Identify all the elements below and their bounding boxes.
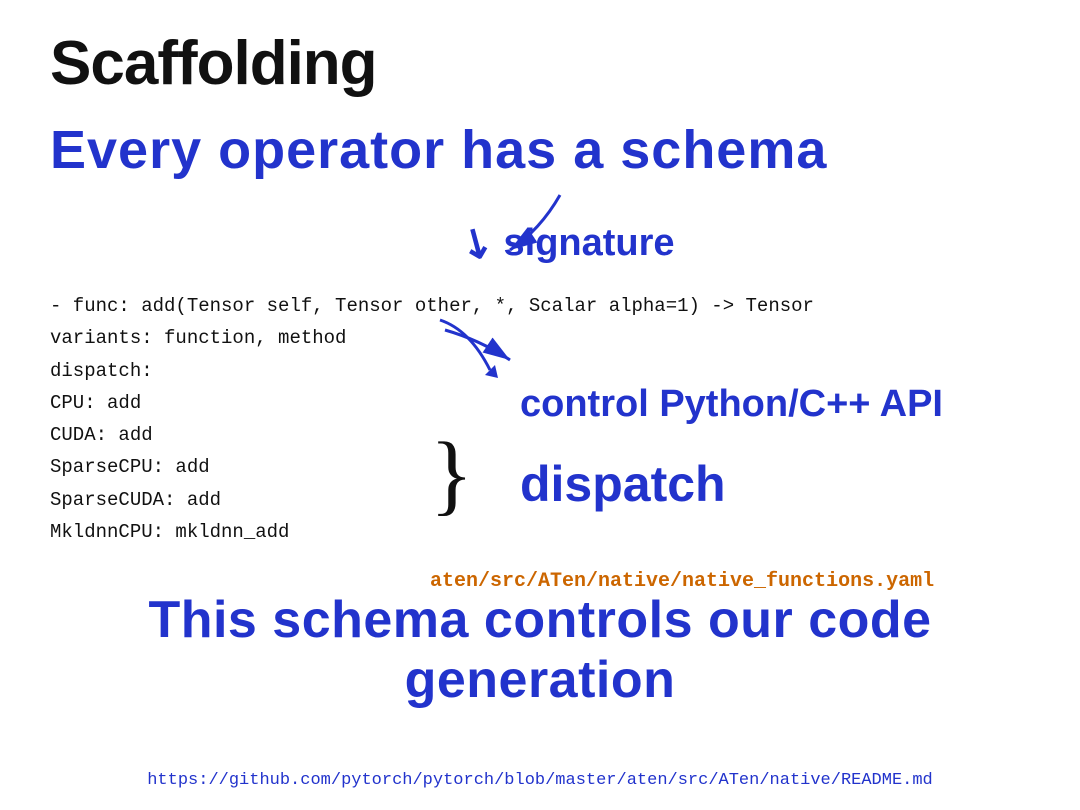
control-label: control Python/C++ API <box>520 380 943 429</box>
slide: Scaffolding Every operator has a schema … <box>0 0 1080 810</box>
slide-title: Scaffolding <box>50 30 1030 98</box>
signature-arrow: ↙ <box>451 215 503 272</box>
signature-label: ↙ signature <box>460 220 675 266</box>
dispatch-label: dispatch <box>520 455 726 513</box>
headline: Every operator has a schema <box>50 118 1030 183</box>
dispatch-brace: } <box>430 430 473 520</box>
code-line-2: variants: function, method <box>50 322 814 354</box>
url-bar: https://github.com/pytorch/pytorch/blob/… <box>30 771 1050 790</box>
bottom-headline: This schema controls our code generation <box>30 590 1050 710</box>
code-line-1: - func: add(Tensor self, Tensor other, *… <box>50 290 814 322</box>
